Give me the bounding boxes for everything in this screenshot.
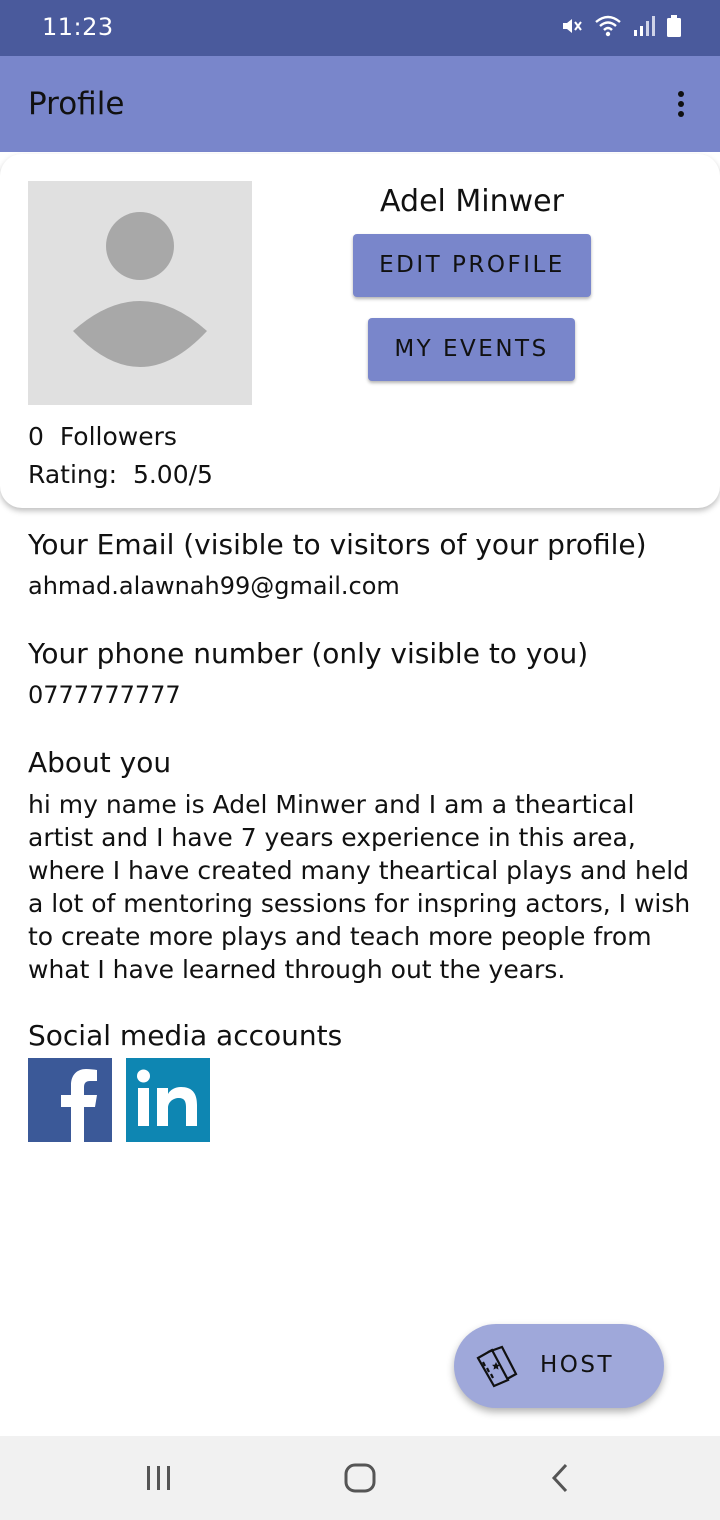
wifi-icon <box>595 15 621 37</box>
phone-value: 0777777777 <box>28 681 181 709</box>
followers-count: 0 <box>28 422 44 451</box>
host-fab-button[interactable]: HOST <box>454 1324 664 1408</box>
more-vert-icon[interactable] <box>666 84 696 124</box>
rating-label: Rating: <box>28 460 118 489</box>
status-bar: 11:23 <box>0 0 720 56</box>
email-value: ahmad.alawnah99@gmail.com <box>28 572 400 600</box>
navigation-bar <box>0 1436 720 1520</box>
edit-profile-button[interactable]: EDIT PROFILE <box>353 234 591 297</box>
phone-label: Your phone number (only visible to you) <box>28 637 589 670</box>
battery-icon <box>667 15 681 37</box>
status-icons <box>560 14 682 38</box>
home-icon[interactable] <box>343 1462 377 1494</box>
back-icon[interactable] <box>548 1462 572 1494</box>
app-bar: Profile <box>0 56 720 152</box>
page-title: Profile <box>28 86 125 122</box>
my-events-button[interactable]: MY EVENTS <box>368 318 575 381</box>
rating-text: Rating: 5.00/5 <box>28 460 213 489</box>
signal-icon <box>634 16 655 36</box>
display-name: Adel Minwer <box>380 184 564 219</box>
rating-value: 5.00/5 <box>132 460 213 489</box>
ticket-icon <box>476 1345 518 1388</box>
about-label: About you <box>28 746 172 779</box>
person-placeholder-icon <box>73 212 207 367</box>
followers-text: 0 Followers <box>28 422 177 451</box>
social-label: Social media accounts <box>28 1019 343 1052</box>
facebook-icon[interactable] <box>28 1058 112 1142</box>
avatar <box>28 181 252 405</box>
followers-label: Followers <box>59 422 177 451</box>
email-label: Your Email (visible to visitors of your … <box>28 528 647 561</box>
profile-card: Adel Minwer EDIT PROFILE MY EVENTS 0 Fol… <box>0 154 720 508</box>
about-text: hi my name is Adel Minwer and I am a the… <box>28 790 691 984</box>
recent-apps-icon[interactable] <box>144 1462 174 1494</box>
host-label: HOST <box>540 1352 615 1378</box>
status-time: 11:23 <box>42 13 114 41</box>
linkedin-icon[interactable] <box>126 1058 210 1142</box>
mute-icon <box>563 19 582 33</box>
social-row <box>28 1058 210 1142</box>
